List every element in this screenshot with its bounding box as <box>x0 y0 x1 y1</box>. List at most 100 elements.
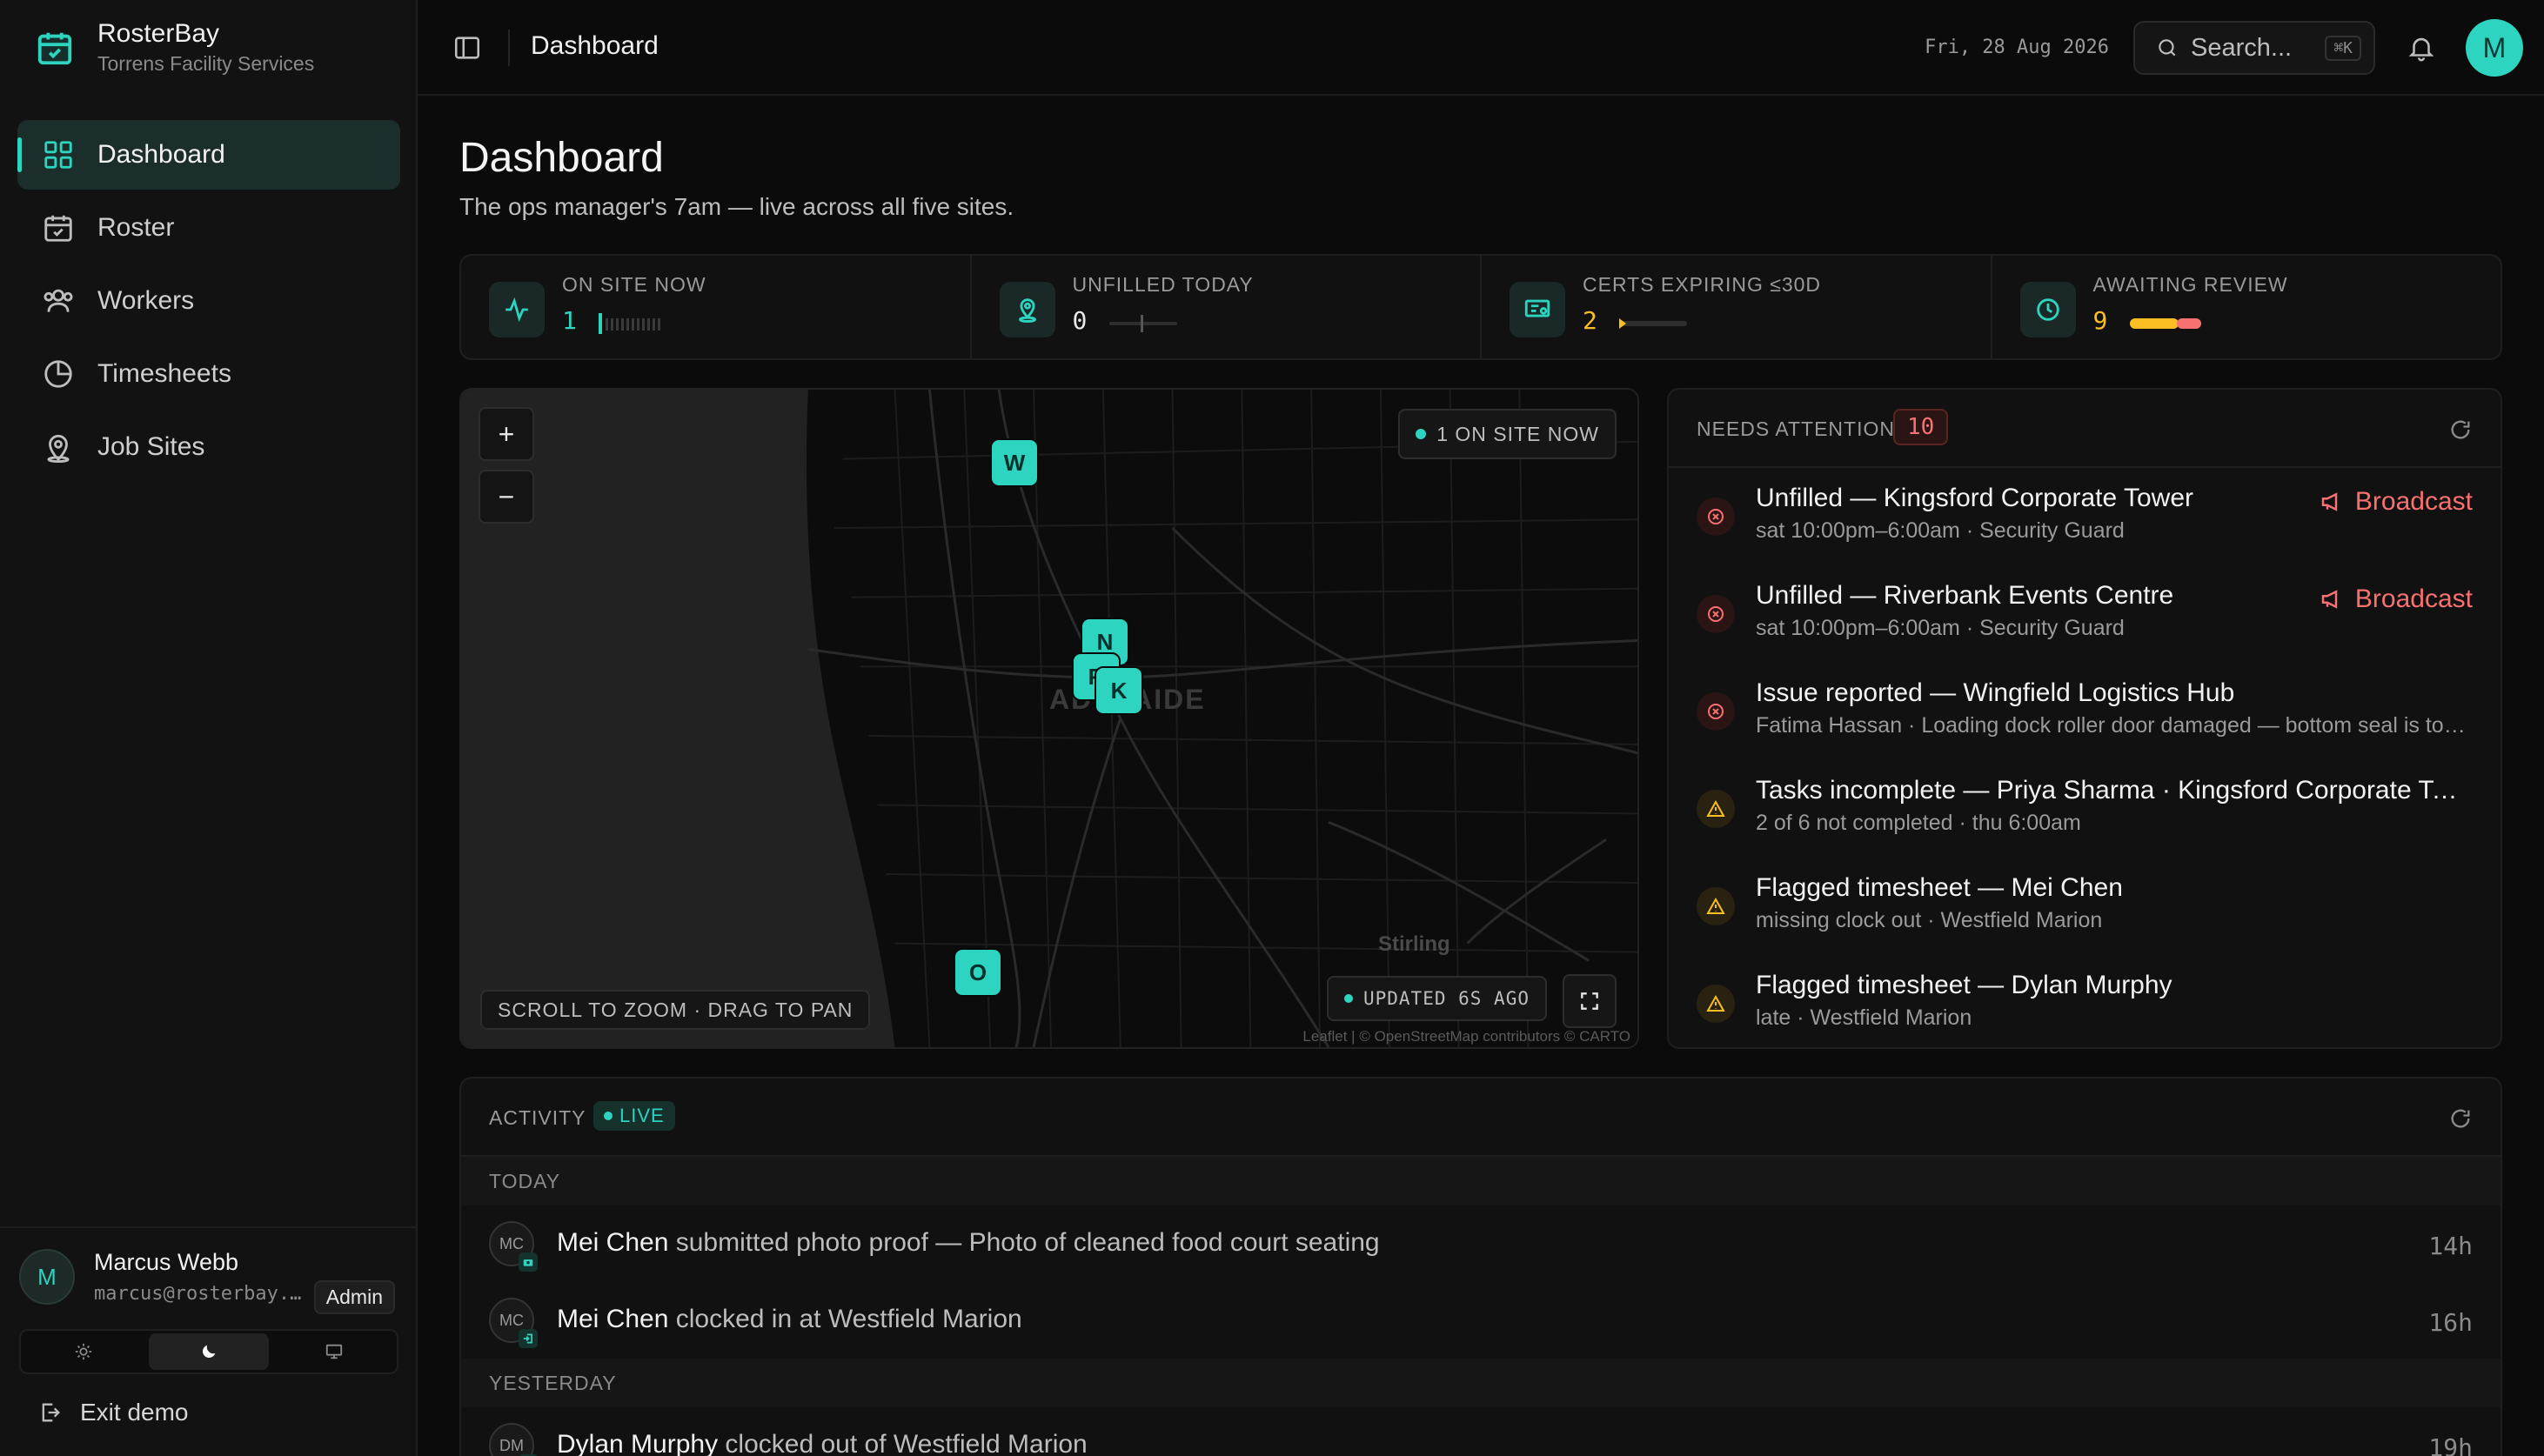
attention-item[interactable]: Unfilled — Kingsford Corporate Tower sat… <box>1669 468 2500 565</box>
search-icon <box>2159 39 2176 57</box>
attention-count-badge: 10 <box>1893 409 1949 445</box>
attention-item[interactable]: Tasks incomplete — Priya Sharma · Kingsf… <box>1669 760 2500 858</box>
activity-row[interactable]: DM Dylan Murphy clocked out of Westfield… <box>461 1407 2500 1456</box>
moon-icon <box>202 1345 216 1359</box>
map-attribution[interactable]: Leaflet | © OpenStreetMap contributors ©… <box>1302 1028 1630 1045</box>
page-subtitle: The ops manager's 7am — live across all … <box>459 193 1014 220</box>
activity-description: clocked out of Westfield Marion <box>725 1430 1088 1456</box>
megaphone-icon <box>2321 492 2338 511</box>
attention-item[interactable]: Flagged timesheet — Mei Chen missing clo… <box>1669 858 2500 955</box>
sidebar: RosterBay Torrens Facility Services Dash… <box>0 0 418 1456</box>
error-icon <box>1697 595 1735 633</box>
attention-subtitle: sat 10:00pm–6:00am · Security Guard <box>1756 518 2125 543</box>
sidebar-toggle-icon[interactable] <box>452 33 482 63</box>
activity-row[interactable]: MC Mei Chen submitted photo proof — Phot… <box>461 1206 2500 1282</box>
activity-description: submitted photo proof — Photo of cleaned… <box>675 1228 1380 1257</box>
attention-subtitle: missing clock out · Westfield Marion <box>1756 908 2103 932</box>
zoom-in-button[interactable]: + <box>479 407 534 461</box>
divider <box>508 30 510 66</box>
sites-map[interactable]: ADELAIDE Stirling + − 1 ON SITE NOW W N … <box>459 388 1639 1049</box>
user-avatar-button[interactable]: M <box>2466 19 2523 77</box>
attention-item[interactable]: Issue reported — Wingfield Logistics Hub… <box>1669 663 2500 760</box>
broadcast-button[interactable]: Broadcast <box>2319 487 2473 517</box>
theme-light-button[interactable] <box>23 1333 144 1370</box>
progress-bar <box>1619 318 1687 329</box>
nav-label: Job Sites <box>97 432 205 461</box>
nav-label: Dashboard <box>97 140 225 169</box>
actor-name[interactable]: Mei Chen <box>557 1305 668 1333</box>
clock-icon <box>44 360 72 388</box>
actor-name[interactable]: Dylan Murphy <box>557 1430 718 1456</box>
attention-title: Tasks incomplete — Priya Sharma · Kingsf… <box>1756 776 2469 805</box>
on-site-label: 1 ON SITE NOW <box>1436 422 1599 445</box>
stat-value: 0 <box>1072 306 1088 335</box>
site-pin[interactable]: W <box>990 438 1039 487</box>
nav-item-timesheets[interactable]: Timesheets <box>17 339 400 409</box>
panel-header: NEEDS ATTENTION 10 <box>1669 390 2500 468</box>
stat-certs-expiring[interactable]: CERTS EXPIRING ≤30D 2 <box>1482 256 1992 358</box>
activity-description: clocked in at Westfield Marion <box>675 1305 1022 1333</box>
attention-item[interactable]: Unfilled — Riverbank Events Centre sat 1… <box>1669 565 2500 663</box>
theme-dark-button[interactable] <box>149 1333 269 1370</box>
header-title: Dashboard <box>531 31 659 60</box>
logout-icon <box>42 1403 60 1422</box>
main-nav: Dashboard Roster Workers Timesheets Job … <box>17 120 400 485</box>
role-badge: Admin <box>313 1280 395 1314</box>
megaphone-icon <box>2321 590 2338 609</box>
brand[interactable]: RosterBay Torrens Facility Services <box>35 19 314 76</box>
activity-text: Dylan Murphy clocked out of Westfield Ma… <box>557 1430 1088 1456</box>
calendar-icon <box>44 215 72 242</box>
error-icon <box>1697 498 1735 536</box>
search-button[interactable]: Search... ⌘K <box>2133 21 2375 75</box>
broadcast-button[interactable]: Broadcast <box>2319 584 2473 614</box>
bell-icon[interactable] <box>2407 33 2436 63</box>
refresh-icon[interactable] <box>2448 1106 2473 1131</box>
activity-icon <box>489 282 545 337</box>
theme-switcher <box>19 1329 398 1374</box>
zoom-out-button[interactable]: − <box>479 470 534 524</box>
error-icon <box>1697 692 1735 731</box>
live-dot <box>1416 429 1427 439</box>
warning-icon <box>1697 985 1735 1023</box>
user-menu[interactable]: M Marcus Webb marcus@rosterbay.… Admin <box>19 1249 398 1314</box>
nav-item-dashboard[interactable]: Dashboard <box>17 120 400 190</box>
stat-on-site-now[interactable]: ON SITE NOW 1 <box>461 256 972 358</box>
attention-title: Unfilled — Riverbank Events Centre <box>1756 581 2174 610</box>
nav-item-job-sites[interactable]: Job Sites <box>17 412 400 482</box>
site-pin[interactable]: O <box>954 948 1002 997</box>
actor-name[interactable]: Mei Chen <box>557 1228 668 1257</box>
live-badge: LIVE <box>593 1101 675 1131</box>
map-tiles <box>461 390 1637 1047</box>
panel-title: ACTIVITY <box>489 1106 586 1129</box>
theme-system-button[interactable] <box>274 1333 394 1370</box>
certificate-icon <box>1510 282 1565 337</box>
exit-demo-button[interactable]: Exit demo <box>38 1399 189 1426</box>
review-bar <box>2129 318 2201 329</box>
activity-row[interactable]: MC Mei Chen clocked in at Westfield Mari… <box>461 1282 2500 1359</box>
current-date: Fri, 28 Aug 2026 <box>1925 37 2109 58</box>
user-name: Marcus Webb <box>94 1249 239 1275</box>
avatar: M <box>19 1249 75 1305</box>
nav-item-roster[interactable]: Roster <box>17 193 400 263</box>
nav-label: Roster <box>97 213 175 242</box>
clock-icon <box>2019 282 2076 337</box>
stat-awaiting-review[interactable]: AWAITING REVIEW 9 <box>1992 256 2501 358</box>
refresh-icon[interactable] <box>2448 417 2473 442</box>
stat-value: 9 <box>2092 306 2108 335</box>
camera-icon <box>519 1252 538 1272</box>
fullscreen-button[interactable] <box>1563 974 1617 1028</box>
attention-item[interactable]: Flagged timesheet — Dylan Murphy late · … <box>1669 955 2500 1047</box>
needs-attention-panel: NEEDS ATTENTION 10 Unfilled — Kingsford … <box>1667 388 2502 1049</box>
site-pin[interactable]: K <box>1095 666 1143 715</box>
grid-icon <box>44 141 72 169</box>
monitor-icon <box>325 1344 343 1359</box>
attention-subtitle: late · Westfield Marion <box>1756 1005 1972 1030</box>
broadcast-label: Broadcast <box>2354 487 2473 516</box>
stat-value: 1 <box>562 306 577 335</box>
stat-unfilled-today[interactable]: UNFILLED TODAY 0 <box>972 256 1482 358</box>
sun-icon <box>75 1343 92 1360</box>
suburb-label: Stirling <box>1378 932 1450 956</box>
brand-name: RosterBay <box>97 19 220 48</box>
search-shortcut: ⌘K <box>2325 35 2361 61</box>
nav-item-workers[interactable]: Workers <box>17 266 400 336</box>
